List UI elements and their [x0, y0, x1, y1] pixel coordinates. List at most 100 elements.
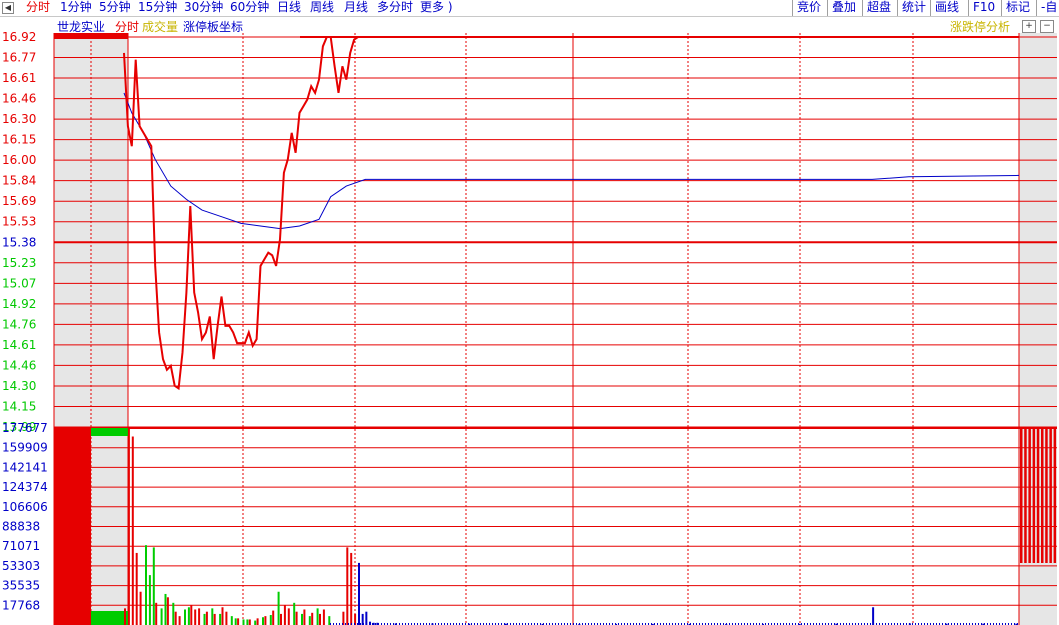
toolbar-item-6[interactable]: 日线	[277, 0, 301, 16]
volume-bar-down-14	[246, 619, 249, 625]
volume-bar-neutral-19	[872, 607, 875, 625]
volume-bar-up-1	[127, 428, 130, 625]
price-tick-label-13: 14.92	[2, 297, 36, 311]
toolbar-right-item-7[interactable]: -自	[1036, 0, 1059, 16]
volume-bar-down-3	[160, 608, 163, 625]
volume-bar-up-22	[283, 605, 286, 625]
price-tick-label-16: 14.46	[2, 358, 36, 372]
left-arrow-icon[interactable]: ◀	[2, 2, 14, 14]
history-volume-block-red	[54, 428, 91, 625]
price-tick-label-14: 14.76	[2, 317, 36, 331]
price-tick-label-3: 16.46	[2, 92, 36, 106]
average-price-line	[123, 92, 1020, 230]
volume-bar-up-2	[131, 436, 134, 625]
price-tick-label-0: 16.92	[2, 30, 36, 44]
volume-bar-up-24	[295, 611, 298, 625]
volume-bar-down-16	[262, 617, 264, 625]
toolbar-right-item-6[interactable]: 标记	[1001, 0, 1036, 16]
toolbar-item-9[interactable]: 多分时	[377, 0, 413, 16]
price-tick-label-1: 16.77	[2, 51, 36, 65]
toolbar-item-3[interactable]: 15分钟	[138, 0, 177, 16]
volume-bar-up-10	[194, 609, 197, 625]
volume-bar-down-11	[230, 616, 233, 625]
volume-bar-down-7	[187, 607, 190, 625]
toolbar-item-0[interactable]: 分时	[26, 0, 50, 16]
volume-tick-label-8: 35535	[2, 579, 40, 593]
legend-right: 涨跌停分析	[950, 19, 1010, 34]
legend-stock: 世龙实业	[57, 19, 105, 34]
side-volume-bar-3	[1032, 428, 1036, 563]
toolbar-right-item-2[interactable]: 超盘	[862, 0, 897, 16]
volume-bar-down-18	[277, 591, 280, 625]
toolbar-item-7[interactable]: 周线	[310, 0, 334, 16]
side-volume-bar-0	[1020, 428, 1023, 563]
volume-bar-up-9	[190, 605, 193, 625]
toolbar-item-4[interactable]: 30分钟	[184, 0, 223, 16]
price-tick-label-8: 15.69	[2, 194, 36, 208]
toolbar-item-5[interactable]: 60分钟	[230, 0, 269, 16]
side-volume-bar-4	[1036, 428, 1040, 563]
volume-bar-down-2	[152, 547, 155, 625]
price-tick-label-6: 16.00	[2, 153, 36, 167]
volume-bar-up-14	[221, 607, 224, 625]
volume-tick-label-0: 177677	[2, 421, 48, 435]
toolbar-right-item-5[interactable]: F10	[968, 0, 1001, 16]
volume-tick-label-9: 17768	[2, 598, 40, 612]
history-volume-base-green	[91, 611, 128, 625]
volume-bar-down-10	[219, 613, 222, 625]
volume-bar-up-15	[225, 611, 228, 625]
price-tick-label-11: 15.23	[2, 256, 36, 270]
volume-bar-up-5	[155, 602, 158, 625]
toolbar-item-8[interactable]: 月线	[344, 0, 368, 16]
period-toolbar: ◀ 分时 1分钟 5分钟 15分钟 30分钟 60分钟 日线 周线 月线 多分时 更多 ) 竞价 叠加超…	[0, 0, 1059, 17]
volume-bar-down-4	[164, 593, 167, 625]
price-tick-label-5: 16.15	[2, 133, 36, 147]
volume-tick-label-1: 159909	[2, 441, 48, 455]
volume-bar-down-22	[316, 608, 319, 625]
side-volume-bar-6	[1045, 428, 1048, 563]
volume-bar-up-4	[139, 591, 142, 625]
volume-bar-up-26	[311, 612, 314, 625]
side-volume-bar-2	[1028, 428, 1031, 563]
legend-coord: 涨停板坐标	[183, 19, 243, 34]
history-volume-block-green	[91, 428, 128, 436]
volume-tick-label-6: 71071	[2, 539, 40, 553]
legend-mode: 分时	[115, 20, 139, 34]
volume-bar-up-27	[319, 613, 321, 625]
volume-bar-up-31	[350, 552, 353, 625]
volume-bar-down-8	[203, 613, 206, 625]
volume-bar-up-3	[135, 552, 138, 625]
volume-bar-up-11	[198, 608, 201, 625]
volume-bar-up-18	[256, 618, 259, 625]
toolbar-item-1[interactable]: 1分钟	[60, 0, 92, 16]
volume-bar-up-30	[346, 547, 349, 625]
price-tick-label-15: 14.61	[2, 338, 36, 352]
price-tick-label-12: 15.07	[2, 276, 36, 290]
volume-bar-down-1	[148, 575, 151, 625]
toolbar-item-10[interactable]: 更多 )	[420, 0, 453, 16]
volume-bar-down-9	[211, 608, 214, 625]
volume-bar-down-6	[184, 609, 186, 625]
volume-bar-up-20	[272, 610, 275, 625]
volume-tick-label-4: 106606	[2, 500, 48, 514]
toolbar-right-item-4[interactable]: 画线	[930, 0, 968, 16]
volume-bar-up-6	[166, 597, 169, 625]
volume-tick-label-5: 88838	[2, 520, 40, 534]
volume-bar-down-5	[172, 602, 175, 625]
volume-bar-down-12	[234, 618, 237, 625]
legend-volume: 成交量	[142, 19, 178, 34]
price-tick-label-9: 15.53	[2, 215, 36, 229]
volume-bar-down-19	[293, 602, 296, 625]
volume-bar-up-8	[178, 616, 181, 625]
volume-bar-up-21	[280, 613, 282, 625]
volume-bar-up-17	[248, 619, 251, 625]
toolbar-item-2[interactable]: 5分钟	[99, 0, 131, 16]
volume-bar-up-25	[303, 609, 306, 625]
toolbar-right-item-1[interactable]: 叠加	[827, 0, 862, 16]
toolbar-right-item-0[interactable]: 竞价	[792, 0, 827, 16]
volume-bar-up-28	[322, 609, 325, 625]
side-volume-bar-1	[1024, 428, 1027, 563]
toolbar-right-item-3[interactable]: 统计	[897, 0, 930, 16]
volume-tick-label-2: 142141	[2, 460, 48, 474]
volume-bar-up-19	[264, 616, 267, 625]
